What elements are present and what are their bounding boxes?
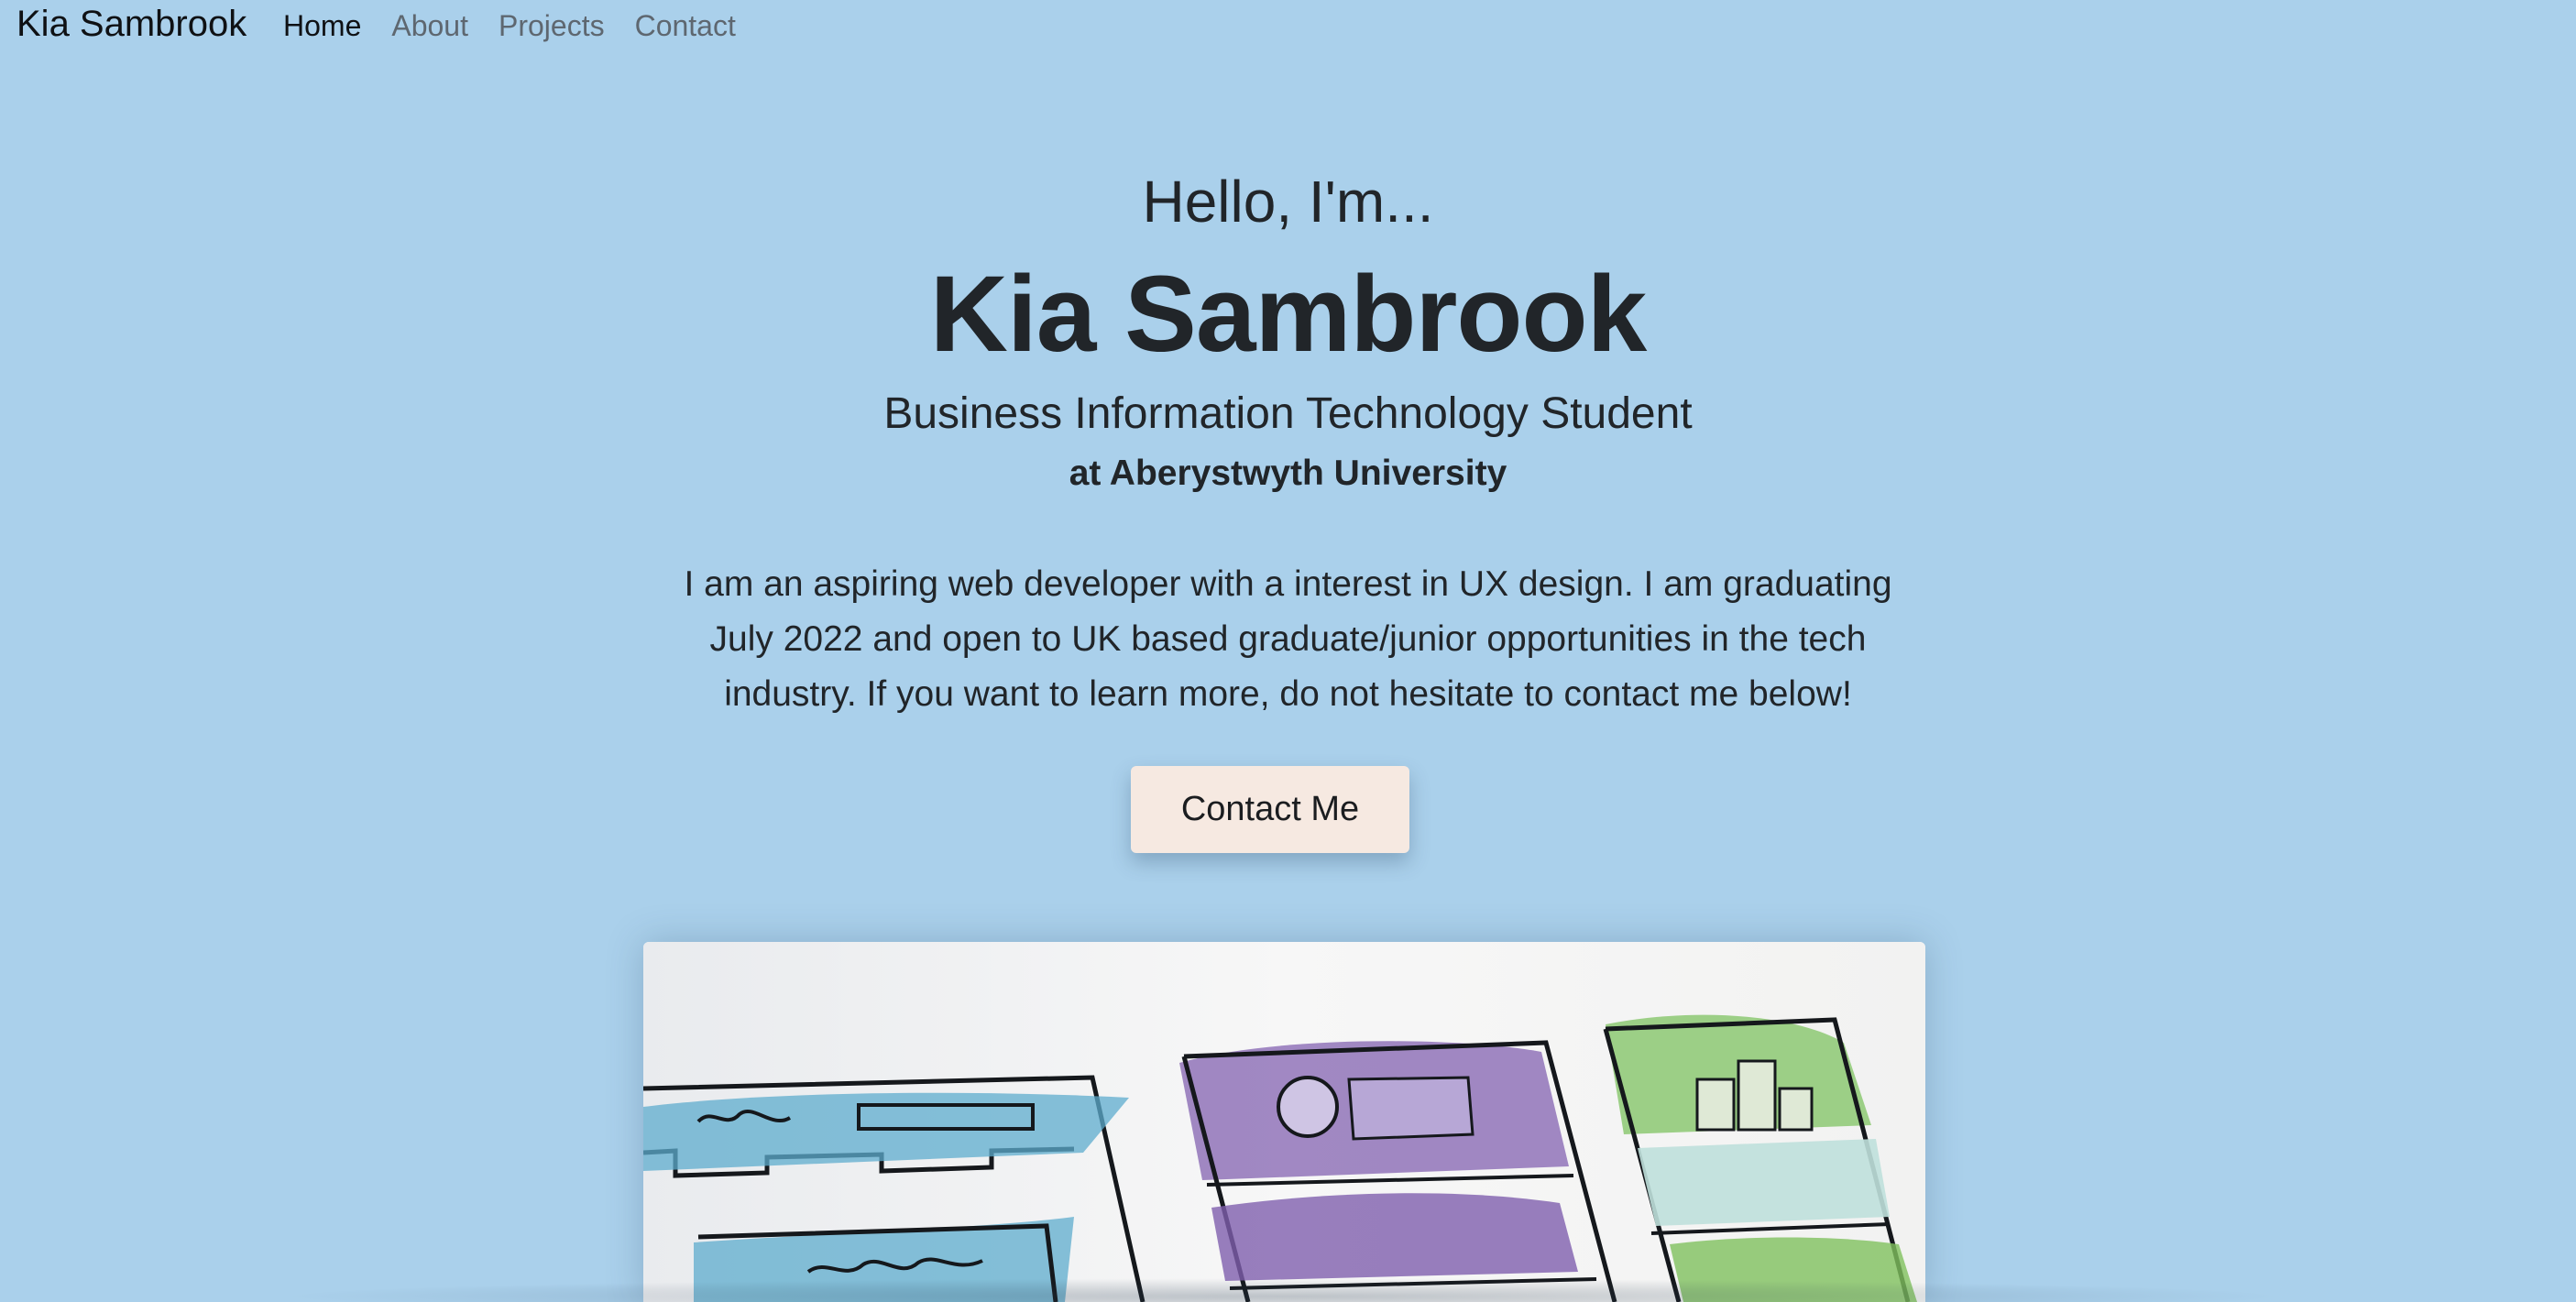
nav-link-about[interactable]: About bbox=[391, 7, 468, 44]
nav-link-home[interactable]: Home bbox=[283, 7, 361, 44]
hero-intro: I am an aspiring web developer with a in… bbox=[684, 564, 1892, 714]
nav-link-contact[interactable]: Contact bbox=[635, 7, 736, 44]
navbar-brand[interactable]: Kia Sambrook bbox=[16, 4, 247, 45]
nav-links: Home About Projects Contact bbox=[283, 7, 736, 44]
hero-greeting: Hello, I'm... bbox=[1142, 169, 1434, 235]
page: Kia Sambrook Home About Projects Contact… bbox=[0, 0, 2576, 1302]
wireframe-sketch-image bbox=[643, 942, 1925, 1302]
contact-me-button[interactable]: Contact Me bbox=[1131, 766, 1409, 853]
wireframe-sketch-illustration bbox=[643, 942, 1925, 1302]
bottom-shadow bbox=[275, 1278, 2291, 1302]
hero-university: at Aberystwyth University bbox=[1069, 454, 1507, 493]
hero-name: Kia Sambrook bbox=[929, 254, 1647, 375]
hero-subtitle: Business Information Technology Student bbox=[883, 389, 1693, 438]
navbar: Kia Sambrook Home About Projects Contact bbox=[0, 0, 2576, 55]
nav-link-projects[interactable]: Projects bbox=[499, 7, 605, 44]
